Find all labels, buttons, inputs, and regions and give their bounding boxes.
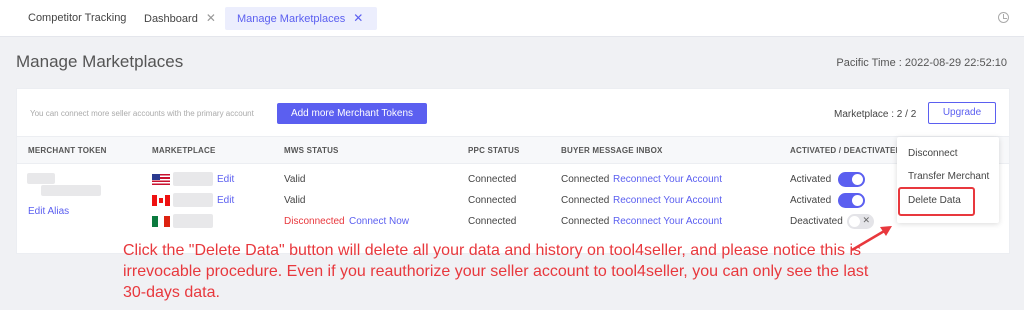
merchant-token-redacted — [27, 173, 55, 184]
column-header: MERCHANT TOKEN — [28, 146, 107, 155]
column-header: MWS STATUS — [284, 146, 339, 155]
reconnect-link[interactable]: Reconnect Your Account — [613, 195, 722, 206]
page-title: Manage Marketplaces — [16, 52, 184, 71]
activation-state: Activated — [790, 195, 832, 206]
activation-toggle[interactable] — [838, 193, 865, 208]
activation-state: Activated — [790, 174, 832, 185]
tab-label: Manage Marketplaces — [237, 13, 346, 25]
annotation-note: Click the "Delete Data" button will dele… — [123, 242, 869, 301]
column-header: ACTIVATED / DEACTIVATED — [790, 146, 902, 155]
mws-status: Valid — [284, 195, 306, 206]
arrow-icon — [851, 226, 892, 252]
tab-label: Dashboard — [144, 13, 198, 25]
marketplace-count: Marketplace : 2 / 2 — [834, 109, 917, 120]
reconnect-link[interactable]: Reconnect Your Account — [613, 216, 722, 227]
activation-state: Deactivated — [790, 216, 843, 227]
tab-bar: Competitor Tracking Dashboard ✕ Manage Ma… — [0, 0, 1024, 37]
tab-label: Competitor Tracking — [28, 12, 127, 24]
close-icon[interactable]: ✕ — [206, 11, 216, 25]
edit-link[interactable]: Edit — [217, 195, 234, 206]
mexico-flag-icon — [152, 216, 170, 227]
connect-now-link[interactable]: Connect Now — [349, 216, 409, 227]
edit-alias-link[interactable]: Edit Alias — [28, 206, 69, 217]
ppc-status: Connected — [468, 174, 517, 185]
inbox-status: Connected — [561, 195, 610, 206]
tab-competitor-tracking[interactable]: Competitor Tracking — [28, 7, 126, 30]
add-merchant-tokens-button[interactable]: Add more Merchant Tokens — [277, 103, 427, 124]
table-header: MERCHANT TOKEN MARKETPLACE MWS STATUS PP… — [17, 136, 1009, 164]
column-header: PPC STATUS — [468, 146, 520, 155]
tab-manage-marketplaces[interactable]: Manage Marketplaces ✕ — [225, 7, 378, 30]
pacific-time: Pacific Time : 2022-08-29 22:52:10 — [836, 57, 1007, 69]
store-name-redacted — [173, 193, 213, 207]
activation-toggle[interactable] — [838, 172, 865, 187]
canada-flag-icon — [152, 195, 170, 206]
ppc-status: Connected — [468, 216, 517, 227]
inbox-status: Connected — [561, 216, 610, 227]
merchant-token-redacted — [41, 185, 101, 196]
column-header: MARKETPLACE — [152, 146, 216, 155]
upgrade-button[interactable]: Upgrade — [928, 102, 996, 124]
reconnect-link[interactable]: Reconnect Your Account — [613, 174, 722, 185]
store-name-redacted — [173, 214, 213, 228]
mws-status: Valid — [284, 174, 306, 185]
tab-dashboard[interactable]: Dashboard ✕ — [144, 7, 216, 30]
ppc-status: Connected — [468, 195, 517, 206]
column-header: BUYER MESSAGE INBOX — [561, 146, 663, 155]
menu-item-disconnect[interactable]: Disconnect — [908, 148, 957, 159]
us-flag-icon — [152, 174, 170, 185]
clock-icon[interactable] — [998, 12, 1009, 23]
inbox-status: Connected — [561, 174, 610, 185]
store-name-redacted — [173, 172, 213, 186]
menu-item-transfer-merchant[interactable]: Transfer Merchant — [908, 171, 989, 182]
close-icon[interactable]: ✕ — [353, 11, 363, 25]
hint-text: You can connect more seller accounts wit… — [30, 109, 254, 118]
edit-link[interactable]: Edit — [217, 174, 234, 185]
delete-data-highlight — [898, 187, 975, 216]
mws-status: Disconnected — [284, 216, 345, 227]
